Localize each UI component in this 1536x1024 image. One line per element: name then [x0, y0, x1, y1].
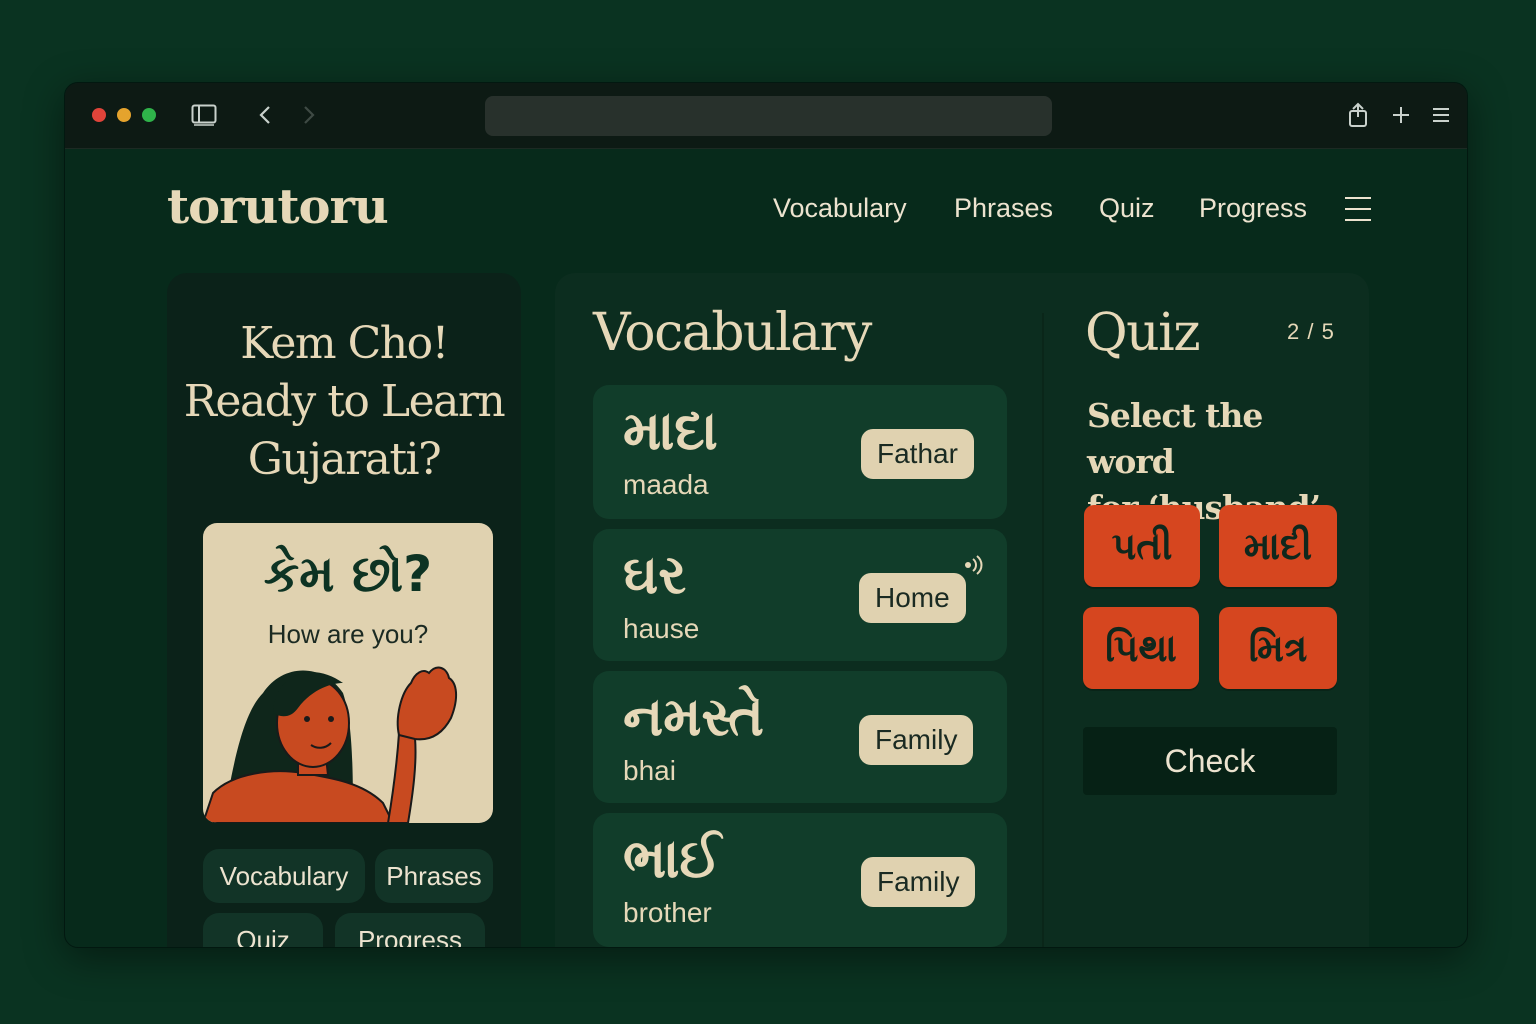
vocab-row[interactable]: માદા maada Fathar	[593, 385, 1007, 519]
vocab-romanization: hause	[623, 613, 700, 644]
menu-icon[interactable]	[1345, 197, 1371, 221]
tab-overview-icon[interactable]	[1427, 101, 1455, 129]
vocab-row[interactable]: ભાઈ brother Family	[593, 813, 1007, 947]
vocab-meaning-tag[interactable]: Fathar	[861, 429, 974, 479]
welcome-panel: Kem Cho! Ready to Learn Gujarati? કેમ છો…	[167, 273, 521, 947]
vocab-romanization: brother	[623, 897, 712, 928]
sound-icon[interactable]	[963, 553, 987, 577]
welcome-heading: Kem Cho! Ready to Learn Gujarati?	[167, 315, 521, 489]
chip-vocabulary[interactable]: Vocabulary	[203, 849, 365, 903]
logo[interactable]: torutoru	[167, 179, 389, 235]
nav-progress[interactable]: Progress	[1199, 193, 1307, 224]
vocab-native: ઘર	[623, 543, 687, 606]
share-icon[interactable]	[1344, 101, 1372, 129]
vocab-romanization: maada	[623, 469, 709, 500]
greeting-line-2: Ready to Learn	[183, 376, 506, 427]
nav-phrases[interactable]: Phrases	[954, 193, 1053, 224]
page-content: torutoru Vocabulary Phrases Quiz Progres…	[65, 149, 1467, 947]
close-window-button[interactable]	[92, 108, 106, 122]
greeting-line-1: Kem Cho!	[240, 318, 449, 369]
vocab-row[interactable]: ઘર hause Home	[593, 529, 1007, 661]
panel-divider	[1042, 313, 1044, 947]
vocabulary-heading: Vocabulary	[593, 303, 872, 363]
vocab-native: માદા	[623, 399, 718, 462]
back-icon[interactable]	[251, 101, 279, 129]
vocab-native: નમસ્તે	[623, 685, 764, 748]
maximize-window-button[interactable]	[142, 108, 156, 122]
browser-toolbar	[65, 83, 1467, 149]
check-button[interactable]: Check	[1083, 727, 1337, 795]
greeting-line-3: Gujarati?	[247, 434, 442, 485]
nav-quiz[interactable]: Quiz	[1099, 193, 1155, 224]
vocab-romanization: bhai	[623, 755, 676, 786]
quiz-heading: Quiz	[1085, 303, 1201, 363]
quiz-progress: 2 / 5	[1287, 319, 1335, 344]
vocab-native: ભાઈ	[623, 827, 722, 890]
quiz-option[interactable]: પિથા	[1083, 607, 1199, 689]
chip-quiz[interactable]: Quiz	[203, 913, 323, 947]
nav-vocabulary[interactable]: Vocabulary	[773, 193, 907, 224]
address-bar[interactable]	[485, 96, 1052, 136]
quiz-option[interactable]: પતી	[1084, 505, 1200, 587]
forward-icon[interactable]	[295, 101, 323, 129]
vocab-meaning-tag[interactable]: Family	[861, 857, 976, 907]
vocab-meaning-tag[interactable]: Home	[859, 573, 966, 623]
minimize-window-button[interactable]	[117, 108, 131, 122]
chip-progress[interactable]: Progress	[335, 913, 485, 947]
chip-phrases[interactable]: Phrases	[375, 849, 493, 903]
vocab-row[interactable]: નમસ્તે bhai Family	[593, 671, 1007, 803]
new-tab-icon[interactable]	[1387, 101, 1415, 129]
browser-window: torutoru Vocabulary Phrases Quiz Progres…	[64, 82, 1468, 948]
sidebar-toggle-icon[interactable]	[190, 101, 218, 129]
quiz-prompt-line-1: Select the word	[1087, 396, 1263, 481]
vocab-meaning-tag[interactable]: Family	[859, 715, 974, 765]
quiz-option[interactable]: મિત્ર	[1219, 607, 1337, 689]
woman-waving-illustration	[203, 666, 457, 823]
phrase-card[interactable]: કેમ છો? How are you?	[203, 523, 493, 823]
quiz-option[interactable]: માદી	[1219, 505, 1337, 587]
main-panel: Vocabulary માદા maada Fathar ઘર hause Ho…	[555, 273, 1369, 947]
